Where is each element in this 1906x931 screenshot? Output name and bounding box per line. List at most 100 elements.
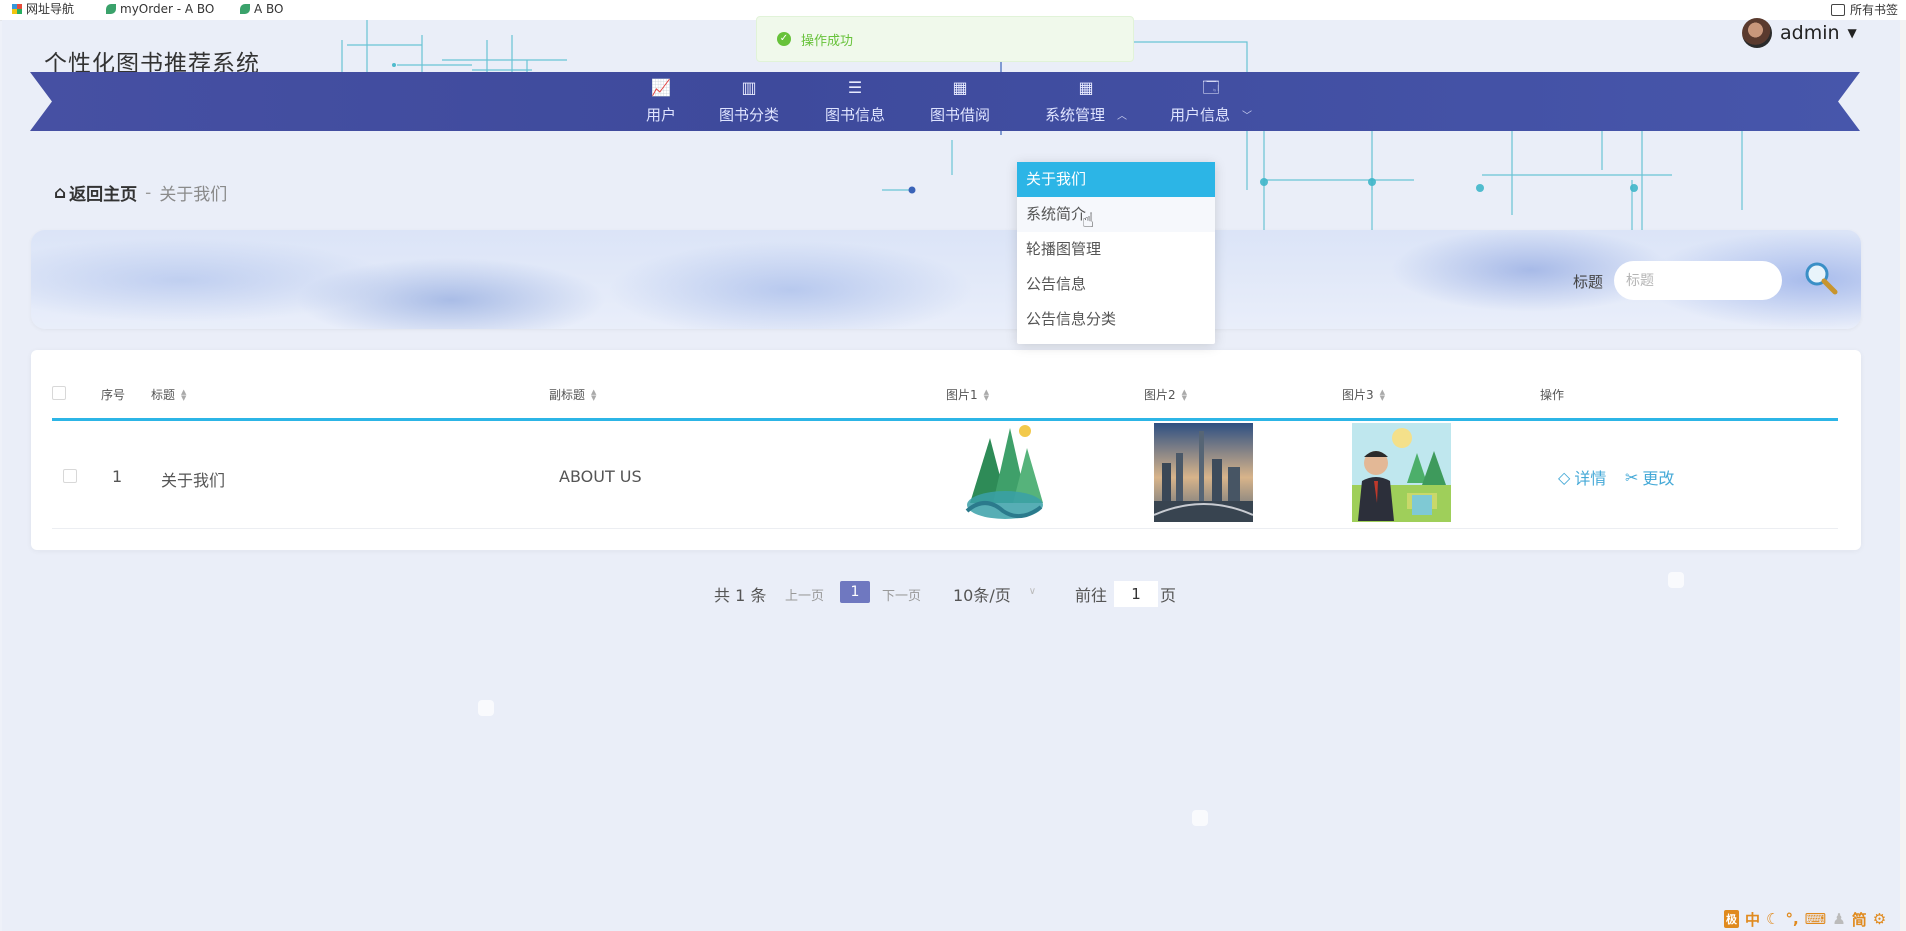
avatar xyxy=(1742,18,1772,48)
scrollbar[interactable] xyxy=(1900,20,1906,931)
toast-message: 操作成功 xyxy=(801,33,854,49)
dropdown-item-carousel[interactable]: 轮播图管理 xyxy=(1017,232,1215,267)
th-subtitle[interactable]: 副标题 ▲ ▼ xyxy=(549,386,596,403)
nav-label: 图书分类 xyxy=(719,106,780,124)
nav-item-users[interactable]: 📈 用户 xyxy=(646,78,676,126)
bookmark-grid-icon xyxy=(12,4,22,14)
system-management-dropdown: 关于我们 系统简介 轮播图管理 公告信息 公告信息分类 xyxy=(1017,162,1215,344)
grid-icon: ▦ xyxy=(1078,78,1094,97)
punct-icon: °, xyxy=(1785,910,1799,928)
th-label: 序号 xyxy=(101,388,126,402)
book-icon: ▥ xyxy=(741,78,757,97)
select-all-checkbox[interactable] xyxy=(52,386,66,400)
pagination-prev[interactable]: 上一页 xyxy=(785,585,824,604)
th-label: 操作 xyxy=(1540,388,1565,402)
success-toast: ✓ 操作成功 xyxy=(756,16,1134,62)
dropdown-item-notice[interactable]: 公告信息 xyxy=(1017,267,1215,302)
ime-tray[interactable]: 极 中 ☾ °, ⌨ ♟ 简 ⚙ xyxy=(1724,908,1886,930)
pagination-current-page[interactable]: 1 xyxy=(840,581,870,603)
cell-title: 关于我们 xyxy=(161,471,226,490)
pagination-page-suffix: 页 xyxy=(1160,586,1177,605)
wrench-icon: ✂ xyxy=(1625,467,1639,487)
decor-dot xyxy=(478,700,494,716)
nav-item-system-management[interactable]: ▦ 系统管理 ︿ xyxy=(1045,78,1127,126)
grid-icon: ▦ xyxy=(952,78,968,97)
th-label: 标题 xyxy=(151,388,176,402)
chevron-up-icon: ︿ xyxy=(1117,111,1128,122)
breadcrumb: ⌂ 返回主页 - 关于我们 xyxy=(54,180,227,206)
sort-icon: ▲ ▼ xyxy=(591,387,597,402)
nav-item-user-info[interactable]: 🗔 用户信息 ﹀ xyxy=(1170,78,1252,126)
pagination-goto-input[interactable] xyxy=(1114,581,1158,607)
caret-down-icon: ▼ xyxy=(1847,26,1857,40)
th-index: 序号 xyxy=(101,386,125,403)
dropdown-item-about-us[interactable]: 关于我们 xyxy=(1017,162,1215,197)
cell-subtitle: ABOUT US xyxy=(559,467,642,486)
nav-label: 用户 xyxy=(646,106,677,124)
chevron-down-icon: ∨ xyxy=(1028,586,1037,597)
breadcrumb-home[interactable]: ⌂ 返回主页 xyxy=(54,180,138,206)
pagination-goto-label: 前往 xyxy=(1075,586,1108,605)
bookmark-myorder[interactable]: myOrder - A BO xyxy=(106,1,214,17)
decor-dot xyxy=(1192,810,1208,826)
detail-icon: ◇ xyxy=(1558,467,1571,487)
th-image1[interactable]: 图片1 ▲ ▼ xyxy=(946,386,989,403)
ime-badge: 极 xyxy=(1724,910,1739,928)
bookmark-label: 网址导航 xyxy=(26,2,75,16)
search-title-label: 标题 xyxy=(1573,273,1604,291)
page-size-select[interactable]: 10条/页 ∨ xyxy=(953,582,1036,606)
all-bookmarks-label: 所有书签 xyxy=(1849,3,1898,17)
nav-item-book-info[interactable]: ☰ 图书信息 xyxy=(825,78,885,126)
hand-pointer-icon: ☝ xyxy=(1082,208,1095,232)
breadcrumb-separator: - xyxy=(145,182,152,203)
nav-label: 图书信息 xyxy=(825,106,886,124)
th-label: 图片3 xyxy=(1342,388,1374,402)
detail-button[interactable]: ◇ 详情 xyxy=(1558,465,1606,489)
list-icon: ☰ xyxy=(847,78,863,97)
pagination-total: 共 1 条 xyxy=(714,586,767,605)
person-icon: ♟ xyxy=(1832,910,1846,928)
chart-icon: 📈 xyxy=(651,78,671,97)
search-button[interactable] xyxy=(1802,259,1840,297)
page-size-value: 10条/页 xyxy=(953,586,1011,605)
decor-dot xyxy=(1668,572,1684,588)
bookmark-abo[interactable]: A BO xyxy=(240,1,284,17)
th-image2[interactable]: 图片2 ▲ ▼ xyxy=(1144,386,1187,403)
nav-label: 用户信息 xyxy=(1170,106,1231,124)
bookmark-leaf-icon xyxy=(240,4,250,14)
search-icon xyxy=(1805,262,1838,295)
all-bookmarks[interactable]: 所有书签 xyxy=(1830,1,1898,18)
pagination-next[interactable]: 下一页 xyxy=(882,585,921,604)
window-icon: 🗔 xyxy=(1202,78,1220,97)
nav-item-book-category[interactable]: ▥ 图书分类 xyxy=(719,78,779,126)
bookmark-label: myOrder - A BO xyxy=(120,2,215,16)
breadcrumb-home-label: 返回主页 xyxy=(69,185,138,205)
image-cartoon-park-thumb[interactable] xyxy=(1352,423,1451,522)
row-divider xyxy=(52,528,1838,529)
nav-item-book-borrow[interactable]: ▦ 图书借阅 xyxy=(930,78,990,126)
search-title-input[interactable] xyxy=(1614,261,1782,300)
user-menu[interactable]: admin ▼ xyxy=(1742,18,1857,48)
sort-icon: ▲ ▼ xyxy=(1181,387,1188,402)
chevron-down-icon: ﹀ xyxy=(1242,111,1253,122)
edit-button[interactable]: ✂ 更改 xyxy=(1625,465,1674,489)
row-checkbox[interactable] xyxy=(63,469,77,483)
user-name: admin xyxy=(1780,22,1840,44)
cell-index: 1 xyxy=(112,467,123,486)
sort-icon: ▲ ▼ xyxy=(1379,387,1386,402)
dropdown-item-system-intro[interactable]: 系统简介 xyxy=(1017,197,1215,232)
image-earth-day-thumb[interactable] xyxy=(955,423,1054,522)
th-actions: 操作 xyxy=(1540,386,1564,403)
sort-icon: ▲ ▼ xyxy=(983,387,990,402)
detail-label: 详情 xyxy=(1574,469,1607,488)
nav-label: 图书借阅 xyxy=(930,106,991,124)
image-city-skyline-thumb[interactable] xyxy=(1154,423,1253,522)
folder-icon xyxy=(1830,3,1845,16)
bookmark-nav[interactable]: 网址导航 xyxy=(12,1,74,17)
th-image3[interactable]: 图片3 ▲ ▼ xyxy=(1342,386,1385,403)
moon-icon: ☾ xyxy=(1766,910,1780,928)
dropdown-item-notice-category[interactable]: 公告信息分类 xyxy=(1017,302,1215,337)
th-title[interactable]: 标题 ▲ ▼ xyxy=(151,386,186,403)
bookmark-leaf-icon xyxy=(106,4,116,14)
ime-mode: 简 xyxy=(1851,910,1867,929)
